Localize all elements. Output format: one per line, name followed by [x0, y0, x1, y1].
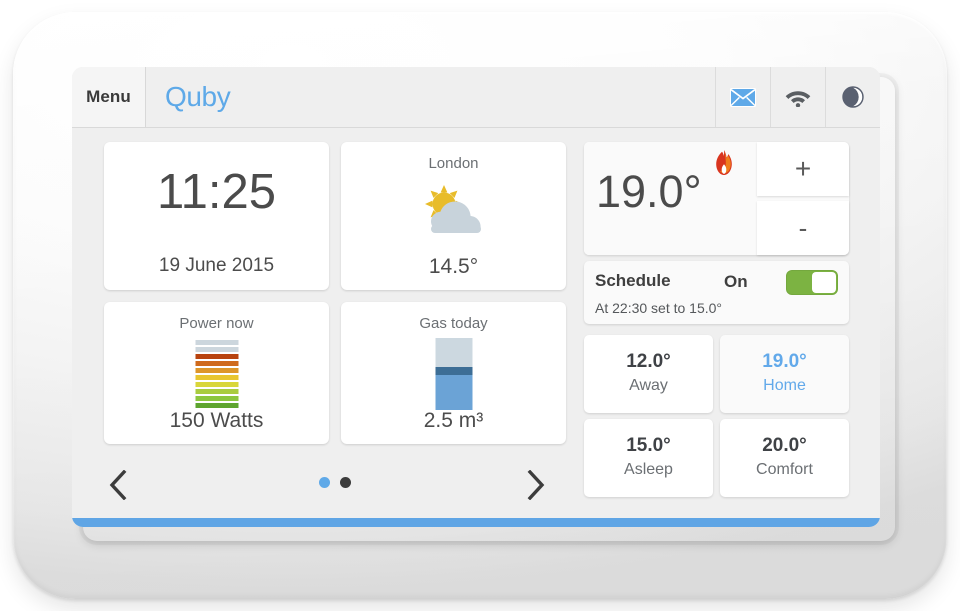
schedule-state: On	[724, 272, 748, 291]
schedule-toggle-switch[interactable]	[786, 270, 838, 295]
power-gauge-segment	[195, 347, 238, 352]
power-value: 150 Watts	[169, 409, 264, 432]
preset-name: Asleep	[624, 461, 673, 478]
increase-setpoint-label: +	[794, 153, 812, 184]
increase-setpoint-button[interactable]: +	[757, 142, 849, 196]
gas-bar-gauge-icon	[435, 338, 472, 410]
power-gauge-segment	[195, 340, 238, 345]
brightness-icon-button[interactable]	[825, 67, 880, 127]
page-dot-1[interactable]	[319, 477, 330, 488]
clock-tile[interactable]: 11:25 19 June 2015	[104, 142, 329, 290]
gas-gauge-segment	[435, 338, 472, 367]
preset-button-comfort[interactable]: 20.0° Comfort	[720, 419, 849, 497]
decrease-setpoint-button[interactable]: -	[757, 201, 849, 255]
preset-temperature: 19.0°	[762, 351, 807, 372]
weather-tile[interactable]: London 14.5°	[341, 142, 566, 290]
preset-button-asleep[interactable]: 15.0° Asleep	[584, 419, 713, 497]
bottom-accent-bar	[72, 518, 880, 527]
wifi-icon	[785, 91, 811, 107]
power-gauge-segment	[195, 368, 238, 373]
power-bar-gauge-icon	[195, 340, 238, 408]
menu-button[interactable]: Menu	[72, 67, 146, 127]
gas-tile[interactable]: Gas today 2.5 m³	[341, 302, 566, 444]
power-gauge-segment	[195, 396, 238, 401]
setpoint-card: 19.0° + -	[584, 142, 849, 255]
flame-icon	[716, 150, 732, 175]
power-gauge-segment	[195, 403, 238, 408]
mail-icon-button[interactable]	[715, 67, 770, 127]
current-setpoint-display[interactable]: 19.0°	[584, 142, 749, 255]
menu-button-label: Menu	[86, 87, 131, 106]
schedule-card[interactable]: Schedule On At 22:30 set to 15.0°	[584, 261, 849, 324]
weather-temperature: 14.5°	[428, 255, 479, 278]
preset-button-away[interactable]: 12.0° Away	[584, 335, 713, 413]
power-tile-title: Power now	[179, 315, 254, 332]
schedule-toggle-knob	[812, 272, 836, 293]
wifi-icon-button[interactable]	[770, 67, 825, 127]
preset-button-home[interactable]: 19.0° Home	[720, 335, 849, 413]
power-gauge-segment	[195, 354, 238, 359]
top-bar: Menu Quby	[72, 67, 880, 128]
schedule-label: Schedule	[595, 271, 671, 290]
mail-icon	[730, 87, 756, 107]
gas-tile-title: Gas today	[419, 315, 488, 332]
power-gauge-segment	[195, 389, 238, 394]
brightness-moon-icon	[842, 86, 864, 108]
preset-name: Away	[629, 377, 668, 394]
power-gauge-segment	[195, 382, 238, 387]
gas-gauge-segment	[435, 375, 472, 410]
power-gauge-segment	[195, 375, 238, 380]
power-gauge-segment	[195, 361, 238, 366]
clock-date: 19 June 2015	[158, 255, 275, 276]
partly-cloudy-icon	[341, 178, 566, 240]
decrease-setpoint-label: -	[798, 212, 808, 243]
page-dot-2[interactable]	[340, 477, 351, 488]
power-tile[interactable]: Power now 150 Watts	[104, 302, 329, 444]
gas-value: 2.5 m³	[423, 409, 484, 432]
weather-city: London	[428, 155, 479, 172]
brand-logo-text: Quby	[165, 81, 231, 112]
device-screen: Menu Quby 11:25 19 June 2015 London 14.5…	[72, 67, 880, 527]
brand-logo: Quby	[165, 67, 231, 127]
preset-name: Comfort	[756, 461, 813, 478]
preset-temperature: 15.0°	[626, 435, 671, 456]
preset-name: Home	[763, 377, 806, 394]
setpoint-value: 19.0°	[596, 166, 702, 217]
clock-time: 11:25	[157, 165, 276, 219]
preset-temperature: 12.0°	[626, 351, 671, 372]
gas-gauge-segment	[435, 366, 472, 376]
next-page-button[interactable]	[516, 465, 556, 505]
preset-temperature: 20.0°	[762, 435, 807, 456]
chevron-right-icon	[527, 470, 545, 500]
schedule-next-change-note: At 22:30 set to 15.0°	[595, 300, 723, 316]
